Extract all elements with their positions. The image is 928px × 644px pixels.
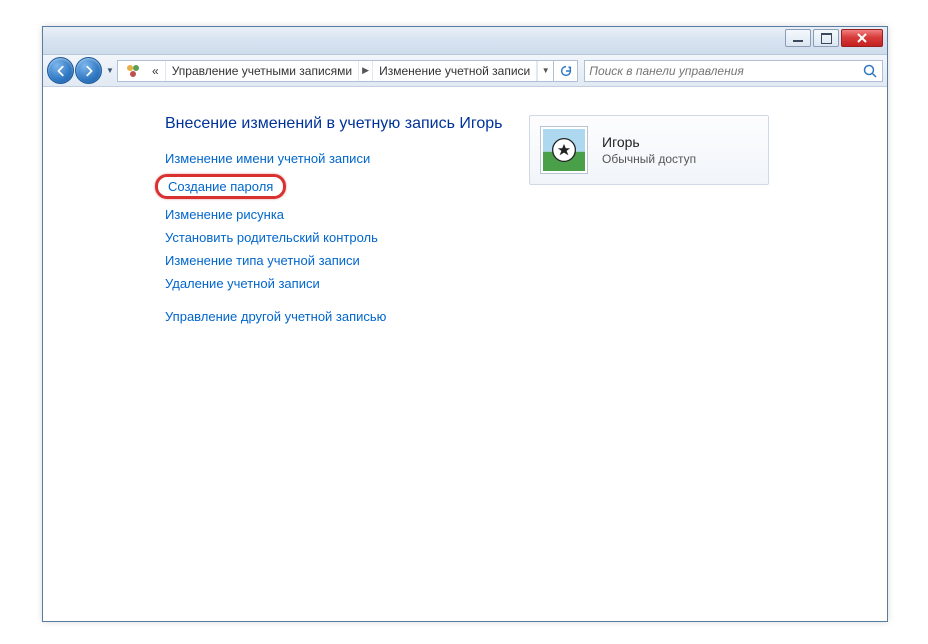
user-account-type: Обычный доступ [602, 152, 696, 166]
action-link-list: Изменение имени учетной записи Создание … [165, 151, 505, 324]
maximize-button[interactable] [813, 29, 839, 47]
link-rename-account[interactable]: Изменение имени учетной записи [165, 151, 370, 166]
user-info: Игорь Обычный доступ [602, 134, 696, 166]
breadcrumb-seg-accounts[interactable]: Управление учетными записями [166, 61, 359, 81]
user-column: Игорь Обычный доступ [529, 115, 769, 324]
user-name: Игорь [602, 134, 696, 150]
link-create-password[interactable]: Создание пароля [155, 174, 286, 199]
nav-history-dropdown[interactable]: ▼ [103, 61, 117, 81]
breadcrumb-chevrons[interactable]: « [146, 61, 166, 81]
nav-forward-button[interactable] [75, 57, 102, 84]
link-manage-other-account[interactable]: Управление другой учетной записью [165, 309, 386, 324]
link-parental-controls[interactable]: Установить родительский контроль [165, 230, 378, 245]
control-panel-icon [124, 62, 142, 80]
address-breadcrumb[interactable]: « Управление учетными записями ▶ Изменен… [117, 60, 554, 82]
link-change-picture[interactable]: Изменение рисунка [165, 207, 284, 222]
titlebar [43, 27, 887, 55]
link-delete-account[interactable]: Удаление учетной записи [165, 276, 320, 291]
content-area: Внесение изменений в учетную запись Игор… [43, 87, 887, 344]
user-tile[interactable]: Игорь Обычный доступ [529, 115, 769, 185]
breadcrumb-arrow-icon[interactable]: ▶ [359, 61, 373, 81]
link-change-account-type[interactable]: Изменение типа учетной записи [165, 253, 360, 268]
breadcrumb-seg-change[interactable]: Изменение учетной записи [373, 61, 537, 81]
nav-back-button[interactable] [47, 57, 74, 84]
breadcrumb-dropdown-icon[interactable]: ▼ [537, 61, 553, 81]
close-button[interactable] [841, 29, 883, 47]
navigation-bar: ▼ « Управление учетными записями ▶ Измен… [43, 55, 887, 87]
search-icon[interactable] [862, 63, 878, 79]
actions-column: Внесение изменений в учетную запись Игор… [165, 115, 505, 324]
control-panel-window: ▼ « Управление учетными записями ▶ Измен… [42, 26, 888, 622]
refresh-button[interactable] [554, 60, 578, 82]
page-heading: Внесение изменений в учетную запись Игор… [165, 115, 505, 133]
search-box[interactable] [584, 60, 883, 82]
minimize-button[interactable] [785, 29, 811, 47]
user-avatar [540, 126, 588, 174]
search-input[interactable] [589, 64, 862, 78]
